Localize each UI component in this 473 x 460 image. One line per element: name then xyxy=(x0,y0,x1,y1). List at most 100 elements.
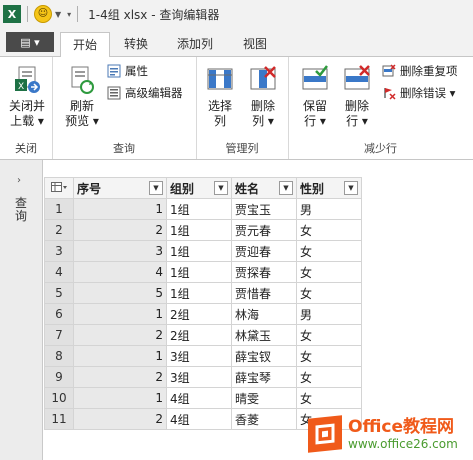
cell-group[interactable]: 4组 xyxy=(166,408,232,430)
properties-button[interactable]: 属性 xyxy=(107,63,148,79)
table-row[interactable]: 7 2 2组 林黛玉女 xyxy=(44,324,362,346)
table-row[interactable]: 5 5 1组 贾惜春女 xyxy=(44,282,362,304)
row-number[interactable]: 5 xyxy=(44,282,74,304)
remove-columns-button[interactable]: 删除 列 ▾ xyxy=(244,65,282,129)
cell-seq[interactable]: 1 xyxy=(73,387,167,409)
column-header-seq[interactable]: 序号 ▼ xyxy=(73,177,167,199)
cell-gender[interactable]: 女 xyxy=(296,261,362,283)
column-filter-dropdown-icon[interactable]: ▼ xyxy=(149,181,163,195)
cell-group[interactable]: 1组 xyxy=(166,282,232,304)
choose-columns-button[interactable]: 选择 列 xyxy=(202,65,238,129)
cell-seq[interactable]: 2 xyxy=(73,324,167,346)
cell-gender[interactable]: 女 xyxy=(296,345,362,367)
smiley-feedback-icon[interactable]: ☺ xyxy=(34,5,52,23)
cell-group[interactable]: 2组 xyxy=(166,324,232,346)
table-row[interactable]: 3 3 1组 贾迎春女 xyxy=(44,240,362,262)
table-row[interactable]: 4 4 1组 贾探春女 xyxy=(44,261,362,283)
column-header-group[interactable]: 组别 ▼ xyxy=(166,177,232,199)
remove-errors-button[interactable]: 删除错误 ▾ xyxy=(382,85,455,101)
table-row[interactable]: 2 2 1组 贾元春女 xyxy=(44,219,362,241)
table-row[interactable]: 6 1 2组 林海男 xyxy=(44,303,362,325)
cell-seq[interactable]: 1 xyxy=(73,198,167,220)
cell-gender[interactable]: 女 xyxy=(296,324,362,346)
excel-app-icon[interactable]: X xyxy=(3,5,21,23)
remove-rows-button[interactable]: 删除 行 ▾ xyxy=(338,65,376,129)
cell-group[interactable]: 1组 xyxy=(166,240,232,262)
keep-rows-button[interactable]: 保留 行 ▾ xyxy=(296,65,334,129)
remove-duplicates-button[interactable]: 删除重复项 xyxy=(382,63,458,79)
column-header-gender[interactable]: 性别 ▼ xyxy=(296,177,362,199)
tab-view[interactable]: 视图 xyxy=(231,32,279,56)
tab-transform[interactable]: 转换 xyxy=(112,32,160,56)
cell-seq[interactable]: 2 xyxy=(73,408,167,430)
cell-seq[interactable]: 1 xyxy=(73,345,167,367)
column-filter-dropdown-icon[interactable]: ▼ xyxy=(279,181,293,195)
cell-group[interactable]: 4组 xyxy=(166,387,232,409)
file-menu-button[interactable]: ▤ ▾ xyxy=(6,32,54,52)
row-number[interactable]: 1 xyxy=(44,198,74,220)
group-close: X 关闭并 上载 ▾ 关闭 xyxy=(0,57,53,159)
table-row[interactable]: 10 1 4组 晴雯女 xyxy=(44,387,362,409)
cell-name[interactable]: 贾惜春 xyxy=(231,282,297,304)
advanced-editor-button[interactable]: 高级编辑器 xyxy=(107,85,183,101)
row-number[interactable]: 3 xyxy=(44,240,74,262)
cell-seq[interactable]: 2 xyxy=(73,366,167,388)
customize-quick-access-icon[interactable]: ▾ xyxy=(67,10,71,19)
queries-pane-label[interactable]: 查询 xyxy=(15,197,27,223)
cell-gender[interactable]: 女 xyxy=(296,219,362,241)
cell-gender[interactable]: 男 xyxy=(296,198,362,220)
cell-seq[interactable]: 3 xyxy=(73,240,167,262)
cell-name[interactable]: 林黛玉 xyxy=(231,324,297,346)
cell-group[interactable]: 1组 xyxy=(166,261,232,283)
cell-seq[interactable]: 1 xyxy=(73,303,167,325)
cell-gender[interactable]: 女 xyxy=(296,240,362,262)
column-filter-dropdown-icon[interactable]: ▼ xyxy=(344,181,358,195)
expand-queries-chevron-icon[interactable]: › xyxy=(17,175,21,186)
cell-name[interactable]: 晴雯 xyxy=(231,387,297,409)
remove-rows-icon xyxy=(343,65,371,95)
cell-group[interactable]: 3组 xyxy=(166,366,232,388)
cell-group[interactable]: 2组 xyxy=(166,303,232,325)
cell-name[interactable]: 贾元春 xyxy=(231,219,297,241)
row-number[interactable]: 4 xyxy=(44,261,74,283)
table-row[interactable]: 9 2 3组 薛宝琴女 xyxy=(44,366,362,388)
row-number[interactable]: 9 xyxy=(44,366,74,388)
cell-group[interactable]: 3组 xyxy=(166,345,232,367)
column-header-name[interactable]: 姓名 ▼ xyxy=(231,177,297,199)
tab-home[interactable]: 开始 xyxy=(60,32,111,58)
cell-name[interactable]: 薛宝钗 xyxy=(231,345,297,367)
cell-gender[interactable]: 男 xyxy=(296,303,362,325)
cell-seq[interactable]: 5 xyxy=(73,282,167,304)
cell-name[interactable]: 林海 xyxy=(231,303,297,325)
row-number[interactable]: 10 xyxy=(44,387,74,409)
close-and-load-button[interactable]: X 关闭并 上载 ▾ xyxy=(6,65,48,129)
row-number[interactable]: 7 xyxy=(44,324,74,346)
ribbon-tab-bar: ▤ ▾ 开始 转换 添加列 视图 xyxy=(0,28,473,58)
cell-group[interactable]: 1组 xyxy=(166,219,232,241)
column-filter-dropdown-icon[interactable]: ▼ xyxy=(214,181,228,195)
cell-name[interactable]: 薛宝琴 xyxy=(231,366,297,388)
quick-access-dropdown-icon[interactable]: ▼ xyxy=(55,10,61,19)
cell-group[interactable]: 1组 xyxy=(166,198,232,220)
keep-rows-icon xyxy=(301,65,329,95)
close-load-icon: X xyxy=(13,65,41,95)
tab-add-column[interactable]: 添加列 xyxy=(165,32,225,56)
table-row[interactable]: 8 1 3组 薛宝钗女 xyxy=(44,345,362,367)
cell-seq[interactable]: 4 xyxy=(73,261,167,283)
row-number[interactable]: 8 xyxy=(44,345,74,367)
row-number[interactable]: 2 xyxy=(44,219,74,241)
cell-name[interactable]: 贾探春 xyxy=(231,261,297,283)
table-row[interactable]: 1 1 1组 贾宝玉男 xyxy=(44,198,362,220)
cell-seq[interactable]: 2 xyxy=(73,219,167,241)
cell-gender[interactable]: 女 xyxy=(296,366,362,388)
cell-name[interactable]: 贾宝玉 xyxy=(231,198,297,220)
row-number[interactable]: 11 xyxy=(44,408,74,430)
refresh-preview-button[interactable]: 刷新 预览 ▾ xyxy=(62,65,102,129)
group-label-manage-columns: 管理列 xyxy=(225,142,259,155)
cell-name[interactable]: 香菱 xyxy=(231,408,297,430)
cell-gender[interactable]: 女 xyxy=(296,387,362,409)
cell-name[interactable]: 贾迎春 xyxy=(231,240,297,262)
row-number[interactable]: 6 xyxy=(44,303,74,325)
cell-gender[interactable]: 女 xyxy=(296,282,362,304)
table-menu-corner[interactable] xyxy=(44,177,74,199)
